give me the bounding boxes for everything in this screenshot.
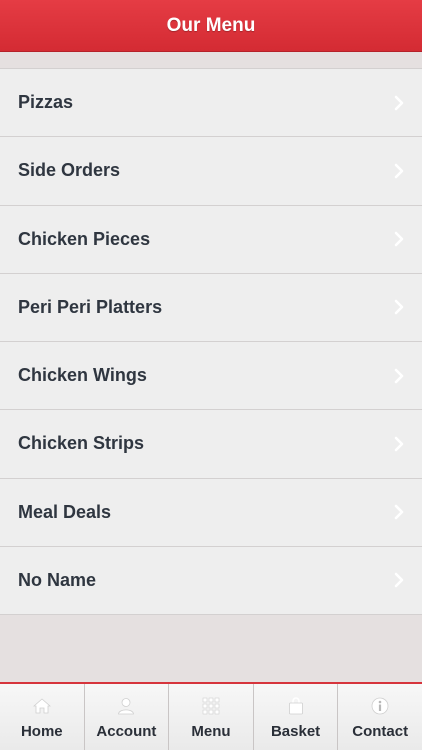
header-bar: Our Menu: [0, 0, 422, 52]
menu-item-chicken-strips[interactable]: Chicken Strips: [0, 410, 422, 479]
menu-item-pizzas[interactable]: Pizzas: [0, 69, 422, 138]
chevron-right-icon: [392, 434, 406, 454]
menu-item-label: Peri Peri Platters: [18, 296, 163, 317]
menu-item-label: Chicken Strips: [18, 433, 145, 454]
menu-item-label: Meal Deals: [18, 501, 112, 522]
tab-account[interactable]: Account: [85, 684, 170, 750]
tab-label: Menu: [191, 723, 231, 740]
tab-label: Account: [96, 723, 157, 740]
menu-item-meal-deals[interactable]: Meal Deals: [0, 478, 422, 547]
menu-item-label: Side Orders: [18, 160, 121, 181]
chevron-right-icon: [392, 93, 406, 113]
home-icon: [32, 696, 52, 716]
tab-menu[interactable]: Menu: [169, 684, 254, 750]
chevron-right-icon: [392, 502, 406, 522]
tab-home[interactable]: Home: [0, 684, 85, 750]
menu-item-no-name[interactable]: No Name: [0, 546, 422, 615]
tab-basket[interactable]: Basket: [254, 684, 339, 750]
chevron-right-icon: [392, 161, 406, 181]
info-icon: [370, 696, 390, 716]
tab-label: Home: [20, 723, 63, 740]
chevron-right-icon: [392, 366, 406, 386]
grid-icon: [201, 696, 221, 716]
chevron-right-icon: [392, 570, 406, 590]
tab-bar: Home Account Menu Basket Contact: [0, 682, 422, 750]
menu-item-label: No Name: [18, 569, 97, 590]
page-title: Our Menu: [166, 14, 256, 36]
tab-label: Contact: [352, 723, 409, 740]
chevron-right-icon: [392, 229, 406, 249]
chevron-right-icon: [392, 297, 406, 317]
user-icon: [116, 696, 136, 716]
tab-contact[interactable]: Contact: [338, 684, 422, 750]
menu-item-peri-peri-platters[interactable]: Peri Peri Platters: [0, 273, 422, 342]
menu-item-label: Pizzas: [18, 92, 74, 113]
menu-item-side-orders[interactable]: Side Orders: [0, 137, 422, 206]
menu-item-label: Chicken Wings: [18, 365, 147, 386]
tab-label: Basket: [270, 723, 321, 740]
bag-icon: [286, 696, 306, 716]
menu-item-chicken-pieces[interactable]: Chicken Pieces: [0, 205, 422, 274]
menu-item-label: Chicken Pieces: [18, 228, 151, 249]
menu-list: Pizzas Side Orders Chicken Pieces Peri P…: [0, 68, 422, 615]
menu-item-chicken-wings[interactable]: Chicken Wings: [0, 342, 422, 411]
